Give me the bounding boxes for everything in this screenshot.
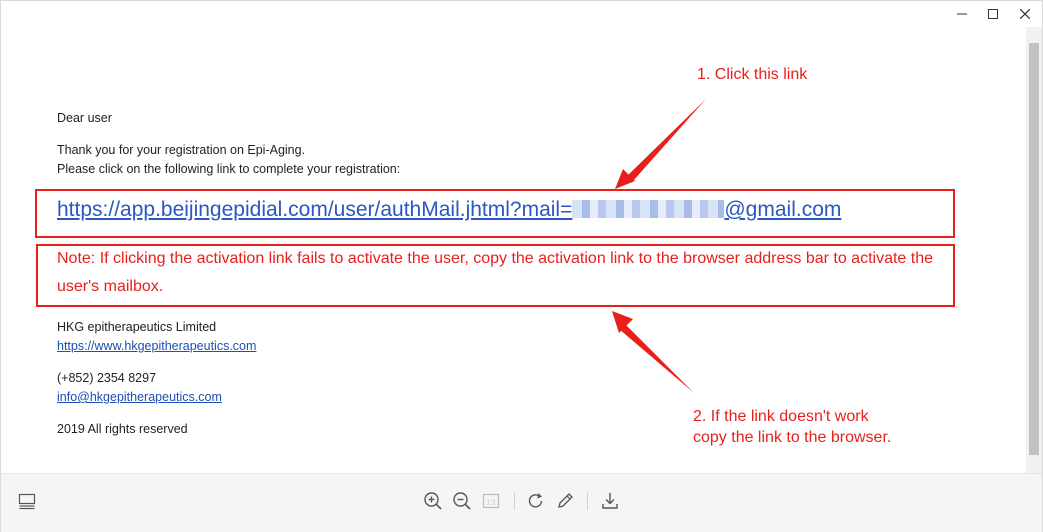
actual-size-button[interactable]: 1:1 — [480, 490, 502, 512]
pencil-icon — [558, 493, 573, 508]
bottom-toolbar: 1:1 — [1, 473, 1042, 532]
zoom-in-icon — [424, 492, 442, 510]
actual-size-icon: 1:1 — [482, 493, 500, 509]
maximize-button[interactable] — [981, 4, 1005, 24]
close-icon — [1020, 9, 1030, 19]
toolbar-divider — [514, 492, 515, 510]
zoom-out-button[interactable] — [451, 490, 473, 512]
edit-button[interactable] — [554, 490, 576, 512]
download-button[interactable] — [599, 490, 621, 512]
rotate-icon — [528, 493, 543, 508]
document-view: Dear user Thank you for your registratio… — [1, 27, 1025, 473]
maximize-icon — [988, 9, 998, 19]
minimize-button[interactable] — [950, 4, 974, 24]
arrow-to-note — [612, 311, 694, 393]
zoom-out-icon — [453, 492, 471, 510]
annotation-arrows — [612, 99, 706, 393]
layout-toggle-button[interactable] — [16, 490, 38, 512]
download-icon — [602, 493, 618, 509]
arrow-to-link — [615, 99, 706, 189]
vertical-scrollbar[interactable] — [1026, 27, 1042, 473]
zoom-in-button[interactable] — [422, 490, 444, 512]
rotate-button[interactable] — [525, 490, 547, 512]
toolbar-divider — [587, 492, 588, 510]
title-bar — [1, 1, 1042, 27]
close-button[interactable] — [1013, 4, 1037, 24]
actual-size-label: 1:1 — [486, 500, 496, 507]
viewer-window: Dear user Thank you for your registratio… — [0, 0, 1043, 532]
minimize-icon — [957, 13, 967, 15]
scrollbar-thumb[interactable] — [1029, 43, 1039, 455]
panel-layout-icon — [18, 493, 36, 510]
